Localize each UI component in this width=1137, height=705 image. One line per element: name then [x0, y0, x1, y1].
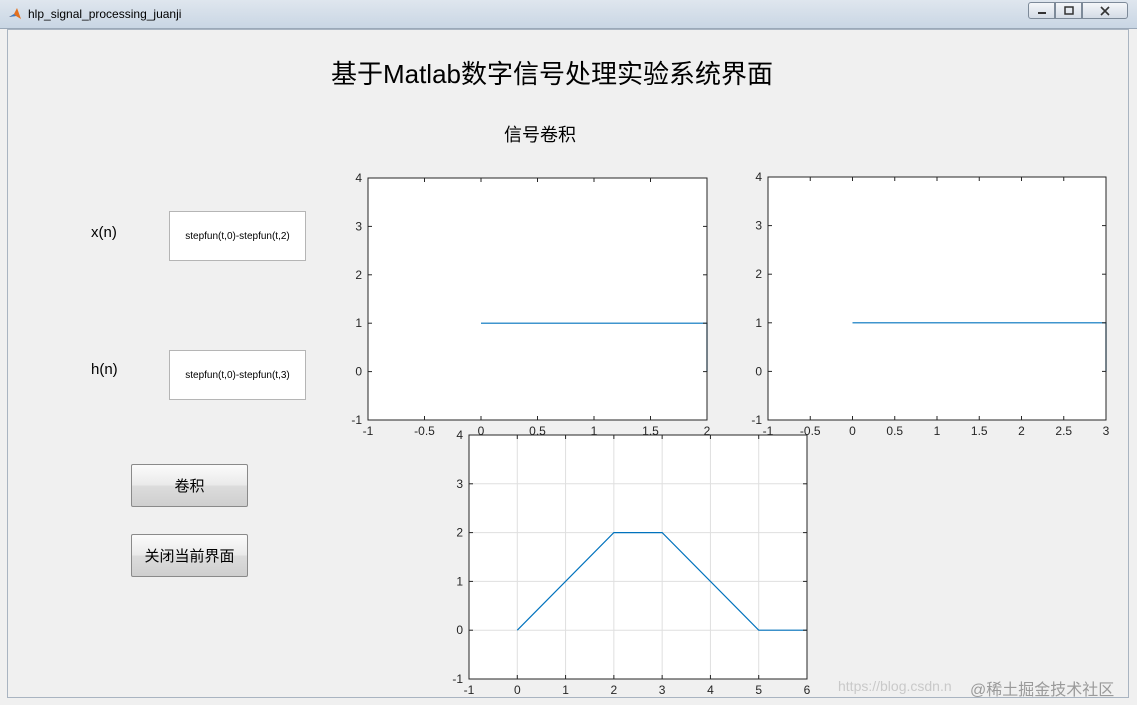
plot-background — [469, 435, 807, 679]
watermark-brand: @稀土掘金技术社区 — [970, 682, 1115, 699]
x-tick-label: 2.5 — [1055, 424, 1072, 438]
x-tick-label: -1 — [464, 683, 475, 697]
y-tick-label: 3 — [456, 477, 463, 491]
y-tick-label: 0 — [456, 623, 463, 637]
y-tick-label: 3 — [355, 219, 362, 233]
y-tick-label: 1 — [755, 316, 762, 330]
plot-background — [368, 178, 707, 420]
x-tick-label: 0 — [849, 424, 856, 438]
plot-axes-1: -1 -0.5 0 0.5 1 1.5 2-101234 — [351, 171, 710, 438]
y-tick-label: 4 — [355, 171, 362, 185]
watermark-url: https://blog.csdn.n — [838, 678, 952, 694]
y-tick-label: 2 — [755, 267, 762, 281]
x-tick-label: 3 — [659, 683, 666, 697]
y-tick-label: 1 — [456, 574, 463, 588]
plot-axes-3: -1 0 1 2 3 4 5 6 -1 0 1 2 3 4 — [452, 428, 810, 697]
x-tick-label: 2 — [611, 683, 618, 697]
y-tick-label: 1 — [355, 316, 362, 330]
x-tick-label: 4 — [707, 683, 714, 697]
x-tick-label: 0 — [514, 683, 521, 697]
y-tick-label: -1 — [351, 413, 362, 427]
plot-background — [768, 177, 1106, 420]
x-tick-label: 2 — [1018, 424, 1025, 438]
y-tick-label: -1 — [751, 413, 762, 427]
x-tick-label: 6 — [804, 683, 811, 697]
x-tick-label: -1 — [363, 424, 374, 438]
x-tick-label: 3 — [1103, 424, 1110, 438]
x-tick-label: 0.5 — [886, 424, 903, 438]
y-tick-label: -1 — [452, 672, 463, 686]
y-tick-label: 0 — [355, 365, 362, 379]
plots-layer: -1 -0.5 0 0.5 1 1.5 2-101234-1 -0.5 0 0.5 1 1.5 2 2.5… — [351, 170, 1109, 697]
y-tick-label: 2 — [456, 526, 463, 540]
x-tick-label: 1 — [562, 683, 569, 697]
y-tick-label: 3 — [755, 219, 762, 233]
y-tick-label: 0 — [755, 364, 762, 378]
y-tick-label: 2 — [355, 268, 362, 282]
y-tick-label: 4 — [755, 170, 762, 184]
x-tick-label: -0.5 — [414, 424, 435, 438]
x-tick-label: 1.5 — [971, 424, 988, 438]
plot-axes-2: -1 -0.5 0 0.5 1 1.5 2 2.5 3-101234 — [751, 170, 1109, 438]
x-tick-label: 1 — [934, 424, 941, 438]
x-tick-label: 5 — [755, 683, 762, 697]
y-tick-label: 4 — [456, 428, 463, 442]
